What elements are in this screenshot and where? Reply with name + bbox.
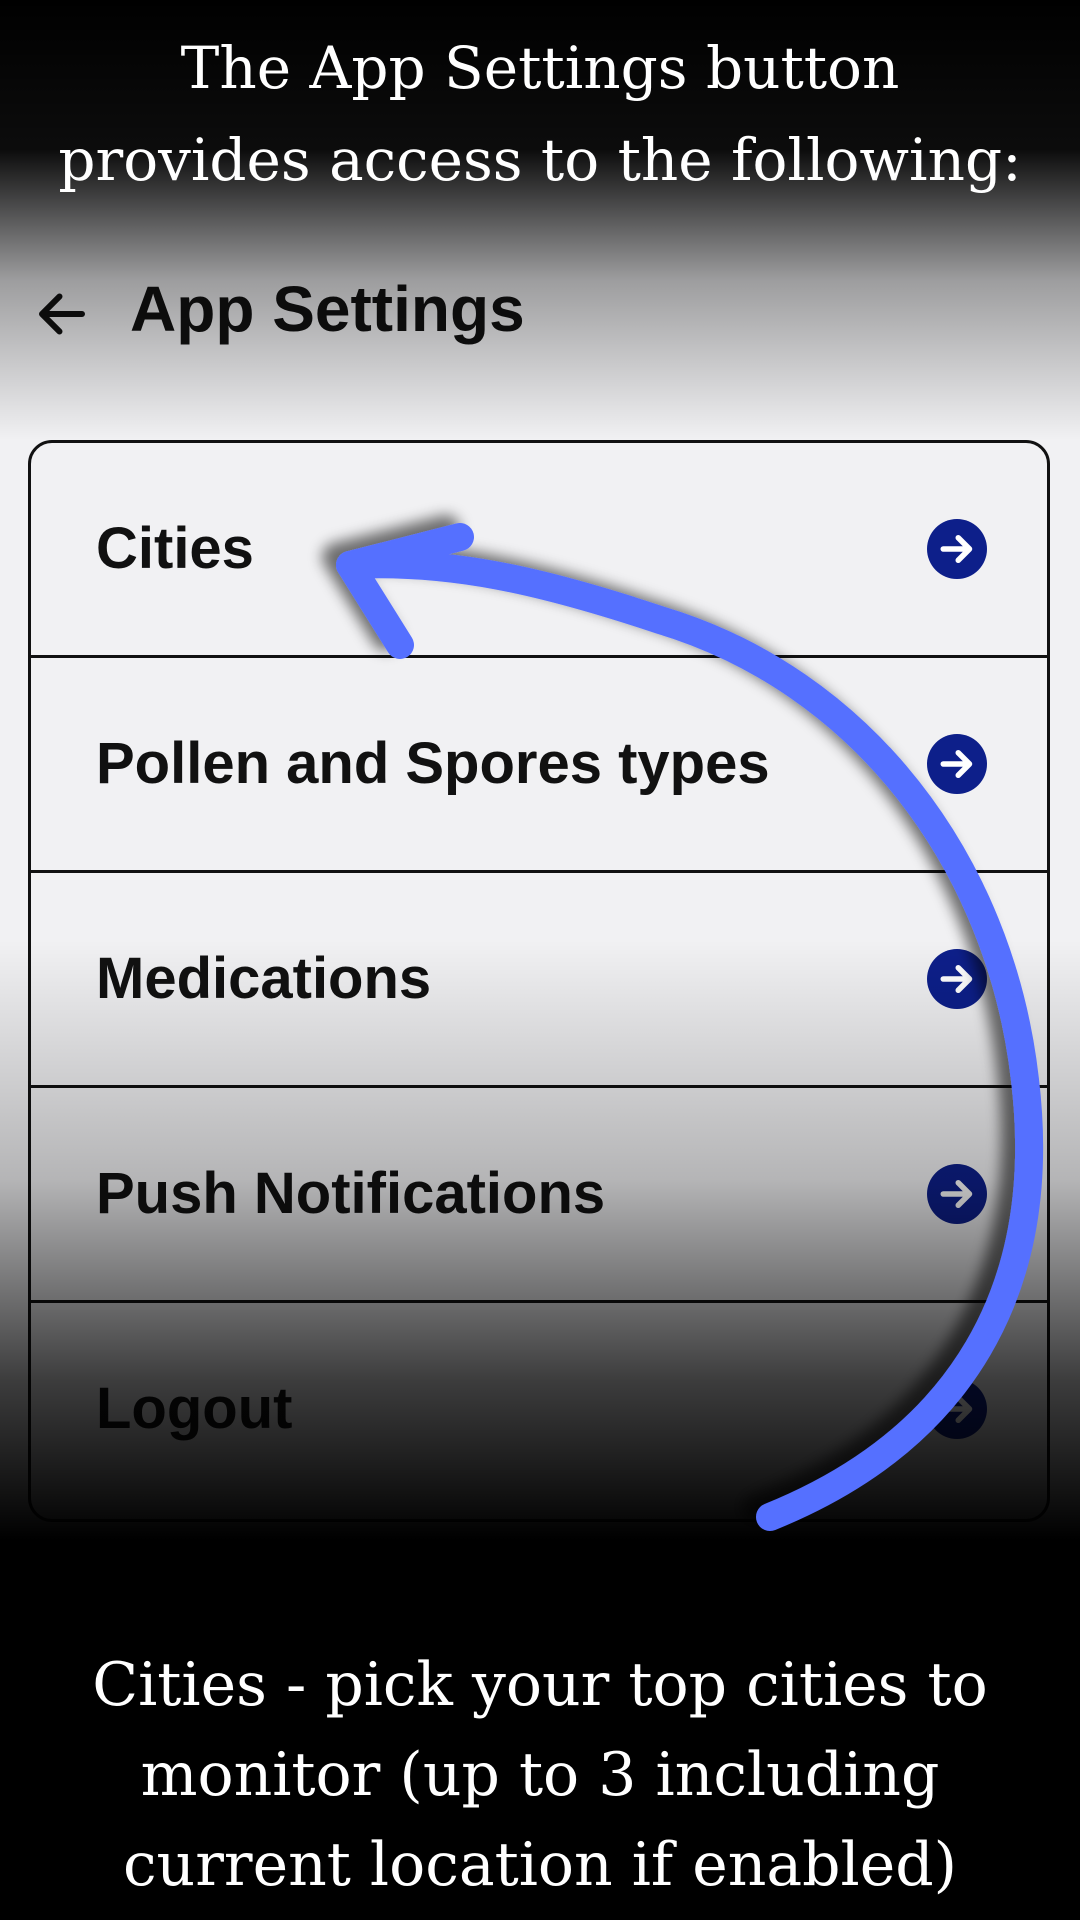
bottom-caption: Cities - pick your top cities to monitor… xyxy=(0,1640,1080,1910)
top-caption-line: provides access to the following: xyxy=(58,126,1022,194)
app-bar: App Settings xyxy=(0,262,1080,362)
app-settings-screen: App Settings Cities Pollen and Spores ty… xyxy=(0,0,1080,1920)
settings-list: Cities Pollen and Spores types Medicatio… xyxy=(28,440,1050,1522)
arrow-right-circle-icon xyxy=(927,1379,987,1439)
bottom-caption-line: monitor (up to 3 including xyxy=(140,1740,940,1810)
arrow-right-circle-icon xyxy=(927,949,987,1009)
settings-item-label: Pollen and Spores types xyxy=(96,731,770,796)
top-caption-line: The App Settings button xyxy=(180,34,900,102)
bottom-caption-line: Cities - pick your top cities to xyxy=(92,1650,988,1720)
settings-item-pollen-and-spores-types[interactable]: Pollen and Spores types xyxy=(31,658,1047,873)
settings-item-label: Cities xyxy=(96,516,254,581)
settings-item-label: Medications xyxy=(96,946,432,1011)
settings-item-push-notifications[interactable]: Push Notifications xyxy=(31,1088,1047,1303)
arrow-right-circle-icon xyxy=(927,734,987,794)
settings-item-label: Logout xyxy=(96,1376,293,1441)
settings-item-label: Push Notifications xyxy=(96,1161,606,1226)
settings-item-logout[interactable]: Logout xyxy=(31,1303,1047,1518)
arrow-left-icon[interactable] xyxy=(32,284,92,344)
page-title: App Settings xyxy=(130,273,525,345)
arrow-right-circle-icon xyxy=(927,519,987,579)
top-caption: The App Settings button provides access … xyxy=(0,22,1080,206)
settings-item-cities[interactable]: Cities xyxy=(31,443,1047,658)
settings-item-medications[interactable]: Medications xyxy=(31,873,1047,1088)
bottom-caption-line: current location if enabled) xyxy=(122,1830,958,1900)
arrow-right-circle-icon xyxy=(927,1164,987,1224)
